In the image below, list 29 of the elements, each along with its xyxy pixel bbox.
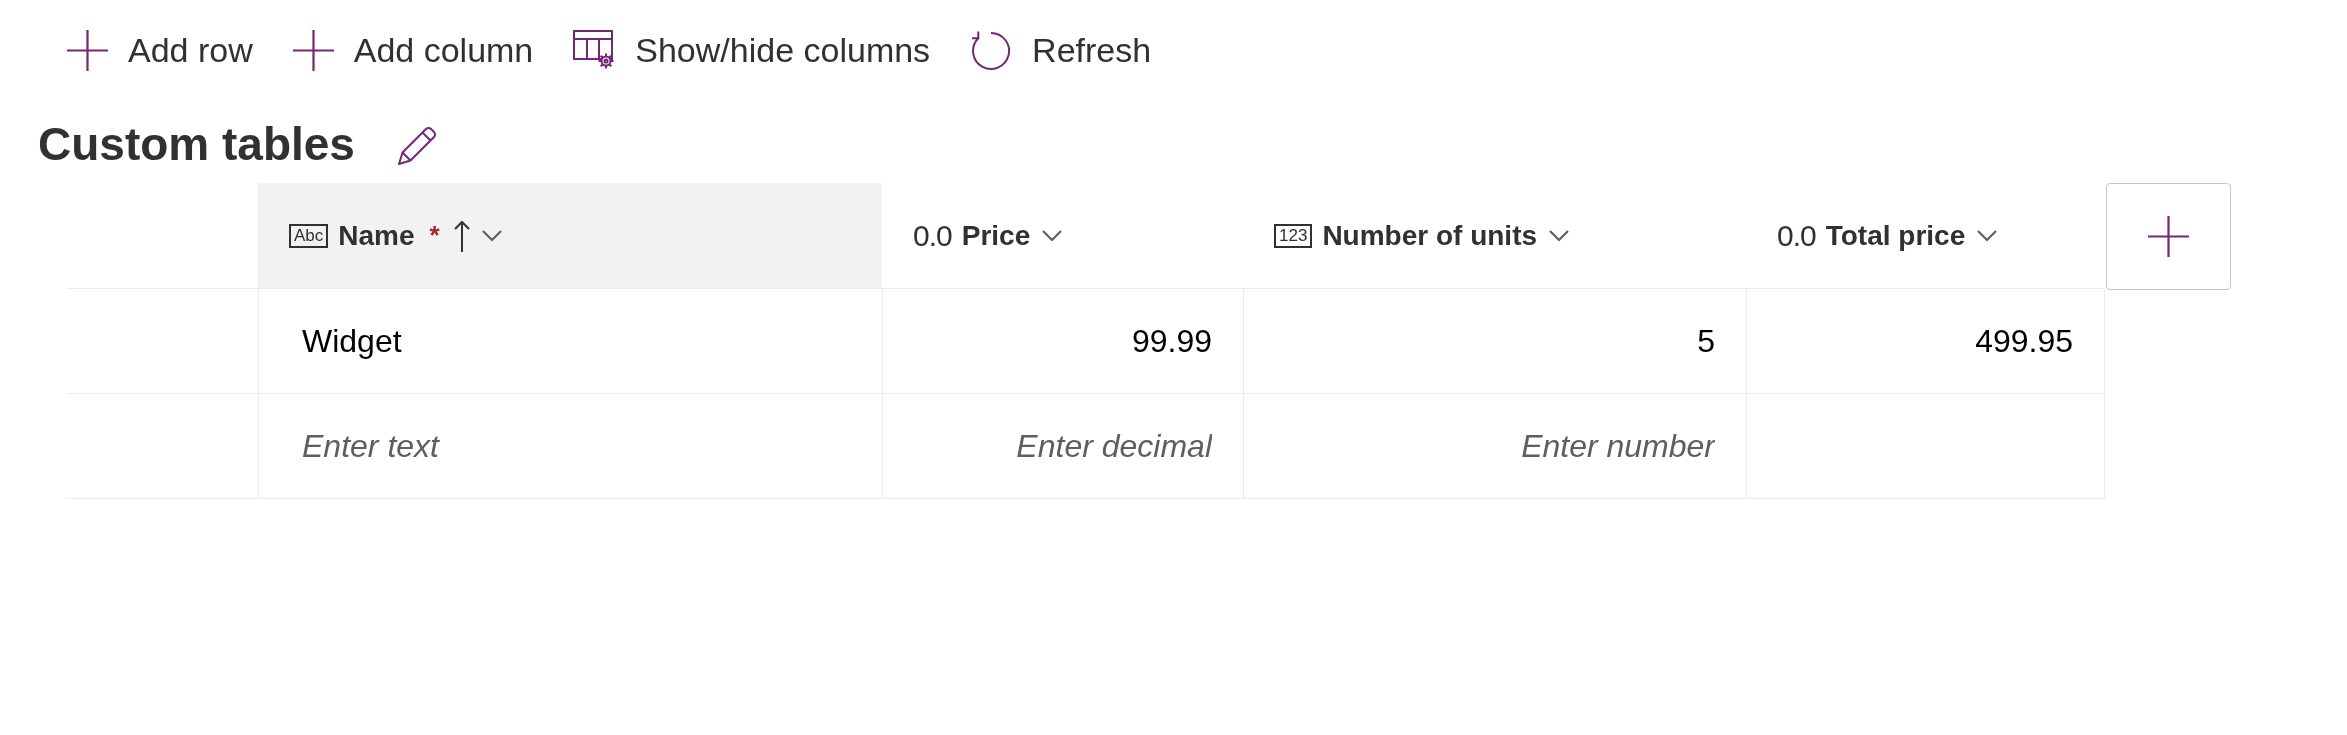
plus-icon: [292, 29, 334, 71]
data-type-icon: Abc: [289, 223, 329, 248]
column-header[interactable]: 0.0 Price: [882, 183, 1243, 289]
table-cell: Widget: [258, 289, 882, 394]
show-hide-columns-button[interactable]: Show/hide columns: [573, 30, 931, 70]
required-mark: *: [429, 220, 440, 251]
column-header[interactable]: Abc Name *: [258, 183, 882, 289]
table-cell: 5: [1243, 289, 1746, 394]
refresh-icon: [970, 29, 1013, 71]
plus-icon: [67, 29, 108, 71]
refresh-button[interactable]: Refresh: [970, 29, 1152, 71]
column-header[interactable]: 0.0 Total price: [1746, 183, 2105, 289]
data-type-icon: 0.0: [1777, 218, 1816, 253]
chevron-down-icon: [1549, 229, 1570, 242]
data-type-icon: 0.0: [913, 218, 952, 253]
page-title: Custom tables: [38, 118, 355, 171]
table-cell: 99.99: [882, 289, 1243, 394]
add-row-button[interactable]: Add row: [67, 29, 253, 71]
add-column-button[interactable]: Add column: [292, 29, 534, 71]
data-type-icon: 123: [1274, 223, 1313, 248]
plus-icon: [2148, 216, 2189, 257]
table-cell: 499.95: [1746, 289, 2105, 394]
column-header[interactable]: 123 Number of units: [1243, 183, 1746, 289]
cell-input-field[interactable]: Enter decimal: [883, 394, 1243, 498]
chevron-down-icon: [1977, 229, 1998, 242]
chevron-down-icon: [1042, 229, 1063, 242]
chevron-down-icon: [481, 229, 502, 242]
table-gear-icon: [573, 30, 616, 70]
cell-input-field[interactable]: Enter text: [259, 394, 882, 498]
